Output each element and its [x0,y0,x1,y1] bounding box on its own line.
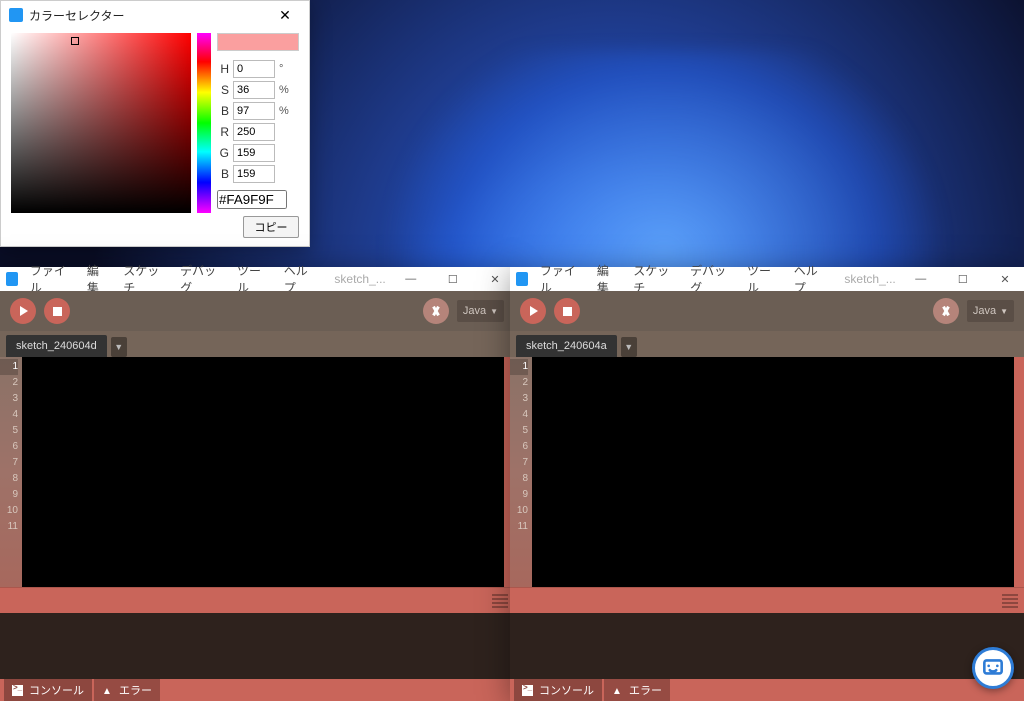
close-icon[interactable]: ✕ [478,268,512,290]
s-unit: % [279,84,291,96]
errors-tab[interactable]: エラー [94,679,160,701]
code-area[interactable] [532,357,1014,587]
color-swatch [217,33,299,51]
stop-button[interactable] [44,298,70,324]
window-title: カラーセレクター [29,7,265,24]
status-bar: コンソール エラー [0,679,514,701]
g-input[interactable] [233,144,275,162]
errors-tab-label: エラー [119,682,152,698]
color-field-cursor[interactable] [71,37,79,45]
h-label: H [217,62,229,76]
tab-bar: sketch_240604a ▼ [510,331,1024,357]
line-gutter: 1 23 45 67 89 1011 [0,357,22,587]
hex-input[interactable] [217,190,287,209]
console-panel[interactable] [0,613,514,679]
run-button[interactable] [10,298,36,324]
ide-toolbar: Java [0,291,514,331]
errors-tab-label: エラー [629,682,662,698]
debug-button[interactable] [423,298,449,324]
run-button[interactable] [520,298,546,324]
sketch-tab[interactable]: sketch_240604d [6,335,107,357]
close-icon[interactable]: ✕ [988,268,1022,290]
b-input[interactable] [233,102,275,120]
code-editor[interactable]: 1 23 45 67 89 1011 [510,357,1024,587]
h-input[interactable] [233,60,275,78]
status-bar: コンソール エラー [510,679,1024,701]
console-icon [12,685,23,696]
warning-icon [612,685,623,696]
r-input[interactable] [233,123,275,141]
window-filename: sketch_... [326,272,385,286]
color-field[interactable] [11,33,191,213]
color-selector-titlebar[interactable]: カラーセレクター ✕ [1,1,309,29]
color-selector-window: カラーセレクター ✕ H ° S% B% R G B コピー [0,0,310,247]
maximize-icon[interactable]: ☐ [436,268,470,290]
s-label: S [217,83,229,97]
editor-footer [510,587,1024,613]
g-label: G [217,146,229,160]
tab-menu-dropdown[interactable]: ▼ [621,337,637,357]
warning-icon [102,685,113,696]
console-tab[interactable]: コンソール [514,679,602,701]
r-label: R [217,125,229,139]
ide-titlebar[interactable]: ファイル 編集 スケッチ デバッグ ツール ヘルプ sketch_... — ☐… [510,267,1024,291]
bl-input[interactable] [233,165,275,183]
console-tab-label: コンソール [539,682,594,698]
bl-label: B [217,167,229,181]
close-icon[interactable]: ✕ [265,3,305,27]
ide-window-right: ファイル 編集 スケッチ デバッグ ツール ヘルプ sketch_... — ☐… [510,267,1024,701]
minimize-icon[interactable]: — [904,268,938,290]
ide-toolbar: Java [510,291,1024,331]
assistant-badge-icon[interactable] [972,647,1014,689]
debug-button[interactable] [933,298,959,324]
window-filename: sketch_... [836,272,895,286]
hue-slider[interactable] [197,33,211,213]
line-gutter: 1 23 45 67 89 1011 [510,357,532,587]
code-area[interactable] [22,357,504,587]
minimize-icon[interactable]: — [394,268,428,290]
console-tab-label: コンソール [29,682,84,698]
app-icon [9,8,23,22]
stop-button[interactable] [554,298,580,324]
console-panel[interactable] [510,613,1024,679]
b-label: B [217,104,229,118]
console-tab[interactable]: コンソール [4,679,92,701]
editor-footer [0,587,514,613]
maximize-icon[interactable]: ☐ [946,268,980,290]
code-editor[interactable]: 1 23 45 67 89 1011 [0,357,514,587]
processing-icon [516,272,528,286]
console-icon [522,685,533,696]
tab-bar: sketch_240604d ▼ [0,331,514,357]
ide-titlebar[interactable]: ファイル 編集 スケッチ デバッグ ツール ヘルプ sketch_... — ☐… [0,267,514,291]
h-unit: ° [279,63,291,75]
sketch-tab[interactable]: sketch_240604a [516,335,617,357]
mode-dropdown[interactable]: Java [457,300,504,322]
processing-icon [6,272,18,286]
copy-button[interactable]: コピー [243,216,299,238]
b-unit: % [279,105,291,117]
errors-tab[interactable]: エラー [604,679,670,701]
ide-window-left: ファイル 編集 スケッチ デバッグ ツール ヘルプ sketch_... — ☐… [0,267,514,701]
tab-menu-dropdown[interactable]: ▼ [111,337,127,357]
mode-dropdown[interactable]: Java [967,300,1014,322]
s-input[interactable] [233,81,275,99]
